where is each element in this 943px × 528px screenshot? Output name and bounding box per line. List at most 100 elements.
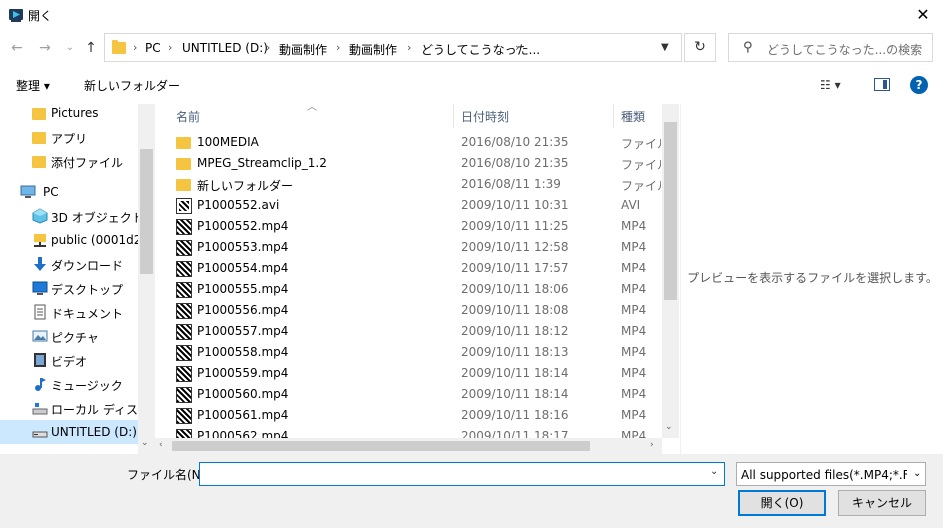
- recent-locations-icon[interactable]: ⌄: [61, 39, 79, 57]
- file-row[interactable]: P1000557.mp4 2009/10/11 18:12 MP4: [155, 321, 662, 342]
- forward-arrow-icon[interactable]: →: [36, 39, 54, 57]
- file-date: 2009/10/11 17:57: [461, 261, 569, 275]
- title-bar: 開く ✕: [0, 0, 943, 30]
- file-list-horizontal-scrollbar[interactable]: ‹ ›: [155, 438, 662, 454]
- breadcrumb-folder-1[interactable]: 動画制作: [279, 41, 327, 58]
- address-bar[interactable]: › PC › UNTITLED (D:) › 動画制作 › 動画制作 › どうし…: [104, 33, 682, 62]
- filename-field[interactable]: [199, 462, 725, 486]
- file-type-select[interactable]: All supported files(*.MP4;*.FLV; ⌄: [736, 462, 926, 486]
- file-row[interactable]: P1000552.avi 2009/10/11 10:31 AVI: [155, 195, 662, 216]
- search-placeholder: どうしてこうなった...の検索: [767, 43, 923, 57]
- file-row[interactable]: P1000555.mp4 2009/10/11 18:06 MP4: [155, 279, 662, 300]
- sidebar-item-documents[interactable]: ドキュメント: [0, 300, 138, 324]
- file-row[interactable]: P1000558.mp4 2009/10/11 18:13 MP4: [155, 342, 662, 363]
- search-input[interactable]: ⚲ どうしてこうなった...の検索: [728, 33, 933, 62]
- file-type-value: All supported files(*.MP4;*.FLV;: [741, 468, 907, 482]
- scroll-down-icon[interactable]: ⌄: [141, 438, 149, 448]
- picture-icon: [32, 330, 48, 342]
- file-type: MP4: [621, 429, 647, 438]
- sidebar-item-label: ピクチャ: [51, 331, 99, 345]
- file-date: 2009/10/11 18:14: [461, 366, 569, 380]
- column-header-date[interactable]: 日付時刻: [461, 104, 509, 128]
- column-header-name[interactable]: 名前: [176, 104, 200, 128]
- sidebar-item-label: アプリ: [51, 132, 88, 146]
- preview-message: プレビューを表示するファイルを選択します。: [687, 271, 938, 285]
- sidebar-scroll-thumb[interactable]: [140, 149, 153, 274]
- close-button[interactable]: ✕: [908, 4, 938, 26]
- sidebar-item-public[interactable]: public (0001d213: [0, 228, 138, 252]
- file-type: MP4: [621, 324, 647, 338]
- sidebar-scrollbar[interactable]: ⌄: [138, 104, 155, 454]
- vertical-scroll-thumb[interactable]: [664, 122, 677, 300]
- navigation-bar: ← → ⌄ ↑ › PC › UNTITLED (D:) › 動画制作 › 動画…: [0, 30, 943, 66]
- help-icon[interactable]: ?: [910, 76, 928, 94]
- file-row[interactable]: P1000562.mp4 2009/10/11 18:17 MP4: [155, 426, 662, 438]
- video-file-icon: [176, 303, 192, 319]
- column-header-type[interactable]: 種類: [621, 104, 645, 128]
- refresh-button[interactable]: ↻: [684, 33, 716, 62]
- cancel-button[interactable]: キャンセル: [838, 490, 926, 516]
- file-row[interactable]: P1000561.mp4 2009/10/11 18:16 MP4: [155, 405, 662, 426]
- file-type: MP4: [621, 366, 647, 380]
- sidebar-item-label: Pictures: [51, 106, 99, 120]
- file-date: 2009/10/11 11:25: [461, 219, 569, 233]
- file-name: 100MEDIA: [197, 135, 259, 149]
- horizontal-scroll-thumb[interactable]: [172, 441, 590, 451]
- file-row[interactable]: P1000556.mp4 2009/10/11 18:08 MP4: [155, 300, 662, 321]
- sidebar-item-untitled-drive[interactable]: UNTITLED (D:): [0, 420, 138, 444]
- video-file-icon: [176, 366, 192, 382]
- file-date: 2016/08/10 21:35: [461, 156, 569, 170]
- open-button[interactable]: 開く(O): [738, 490, 826, 516]
- breadcrumb-folder-2[interactable]: 動画制作: [349, 41, 397, 58]
- sidebar-item-attachments[interactable]: 添付ファイル: [0, 149, 138, 173]
- file-date: 2009/10/11 10:31: [461, 198, 569, 212]
- file-row[interactable]: P1000559.mp4 2009/10/11 18:14 MP4: [155, 363, 662, 384]
- file-row[interactable]: P1000560.mp4 2009/10/11 18:14 MP4: [155, 384, 662, 405]
- column-divider[interactable]: [453, 104, 454, 128]
- file-row[interactable]: P1000554.mp4 2009/10/11 17:57 MP4: [155, 258, 662, 279]
- address-dropdown-icon[interactable]: ▼: [661, 42, 669, 53]
- breadcrumb-pc[interactable]: PC: [145, 41, 161, 55]
- search-icon: ⚲: [743, 40, 753, 55]
- sidebar-item-desktop[interactable]: デスクトップ: [0, 276, 138, 300]
- sidebar-item-pc[interactable]: PC: [0, 180, 138, 204]
- download-icon: [34, 257, 46, 271]
- breadcrumb-drive[interactable]: UNTITLED (D:): [182, 41, 268, 55]
- up-arrow-icon[interactable]: ↑: [82, 39, 100, 57]
- sidebar-item-local-disk[interactable]: ローカル ディスク (C: [0, 396, 138, 420]
- filename-input[interactable]: [200, 463, 700, 485]
- breadcrumb-current[interactable]: どうしてこうなった...: [421, 41, 540, 58]
- column-divider[interactable]: [613, 104, 614, 128]
- file-name: P1000552.avi: [197, 198, 280, 212]
- scroll-left-icon[interactable]: ‹: [159, 440, 163, 450]
- sidebar-item-pictures-library[interactable]: ピクチャ: [0, 324, 138, 348]
- sidebar-item-videos[interactable]: ビデオ: [0, 348, 138, 372]
- file-row[interactable]: 100MEDIA 2016/08/10 21:35 ファイル フォルダー: [155, 132, 662, 153]
- file-row[interactable]: 新しいフォルダー 2016/08/11 1:39 ファイル フォルダー: [155, 174, 662, 195]
- scroll-right-icon[interactable]: ›: [650, 440, 654, 450]
- file-date: 2009/10/11 18:17: [461, 429, 569, 438]
- view-options-icon[interactable]: ☷ ▾: [820, 78, 841, 92]
- new-folder-button[interactable]: 新しいフォルダー: [84, 77, 180, 94]
- preview-pane-icon[interactable]: [874, 78, 890, 91]
- video-file-icon: [176, 387, 192, 403]
- sidebar-item-3d-objects[interactable]: 3D オブジェクト: [0, 204, 138, 228]
- folder-icon: [32, 108, 46, 120]
- scroll-down-icon[interactable]: ⌄: [665, 422, 673, 432]
- file-row[interactable]: P1000553.mp4 2009/10/11 12:58 MP4: [155, 237, 662, 258]
- file-row[interactable]: P1000552.mp4 2009/10/11 11:25 MP4: [155, 216, 662, 237]
- file-row[interactable]: MPEG_Streamclip_1.2 2016/08/10 21:35 ファイル …: [155, 153, 662, 174]
- filename-history-dropdown-icon[interactable]: ⌄: [710, 466, 718, 477]
- file-list-vertical-scrollbar[interactable]: ⌄: [662, 104, 679, 438]
- organize-menu-button[interactable]: 整理 ▾: [16, 77, 50, 94]
- drive-icon: [32, 431, 48, 438]
- back-arrow-icon[interactable]: ←: [8, 39, 26, 57]
- file-type: MP4: [621, 219, 647, 233]
- sidebar-item-pictures[interactable]: Pictures: [0, 104, 138, 125]
- sidebar-item-downloads[interactable]: ダウンロード: [0, 252, 138, 276]
- app-icon: [9, 9, 23, 22]
- file-type: MP4: [621, 282, 647, 296]
- preview-pane: プレビューを表示するファイルを選択します。: [680, 104, 943, 454]
- sidebar-item-apps[interactable]: アプリ: [0, 125, 138, 149]
- sidebar-item-music[interactable]: ミュージック: [0, 372, 138, 396]
